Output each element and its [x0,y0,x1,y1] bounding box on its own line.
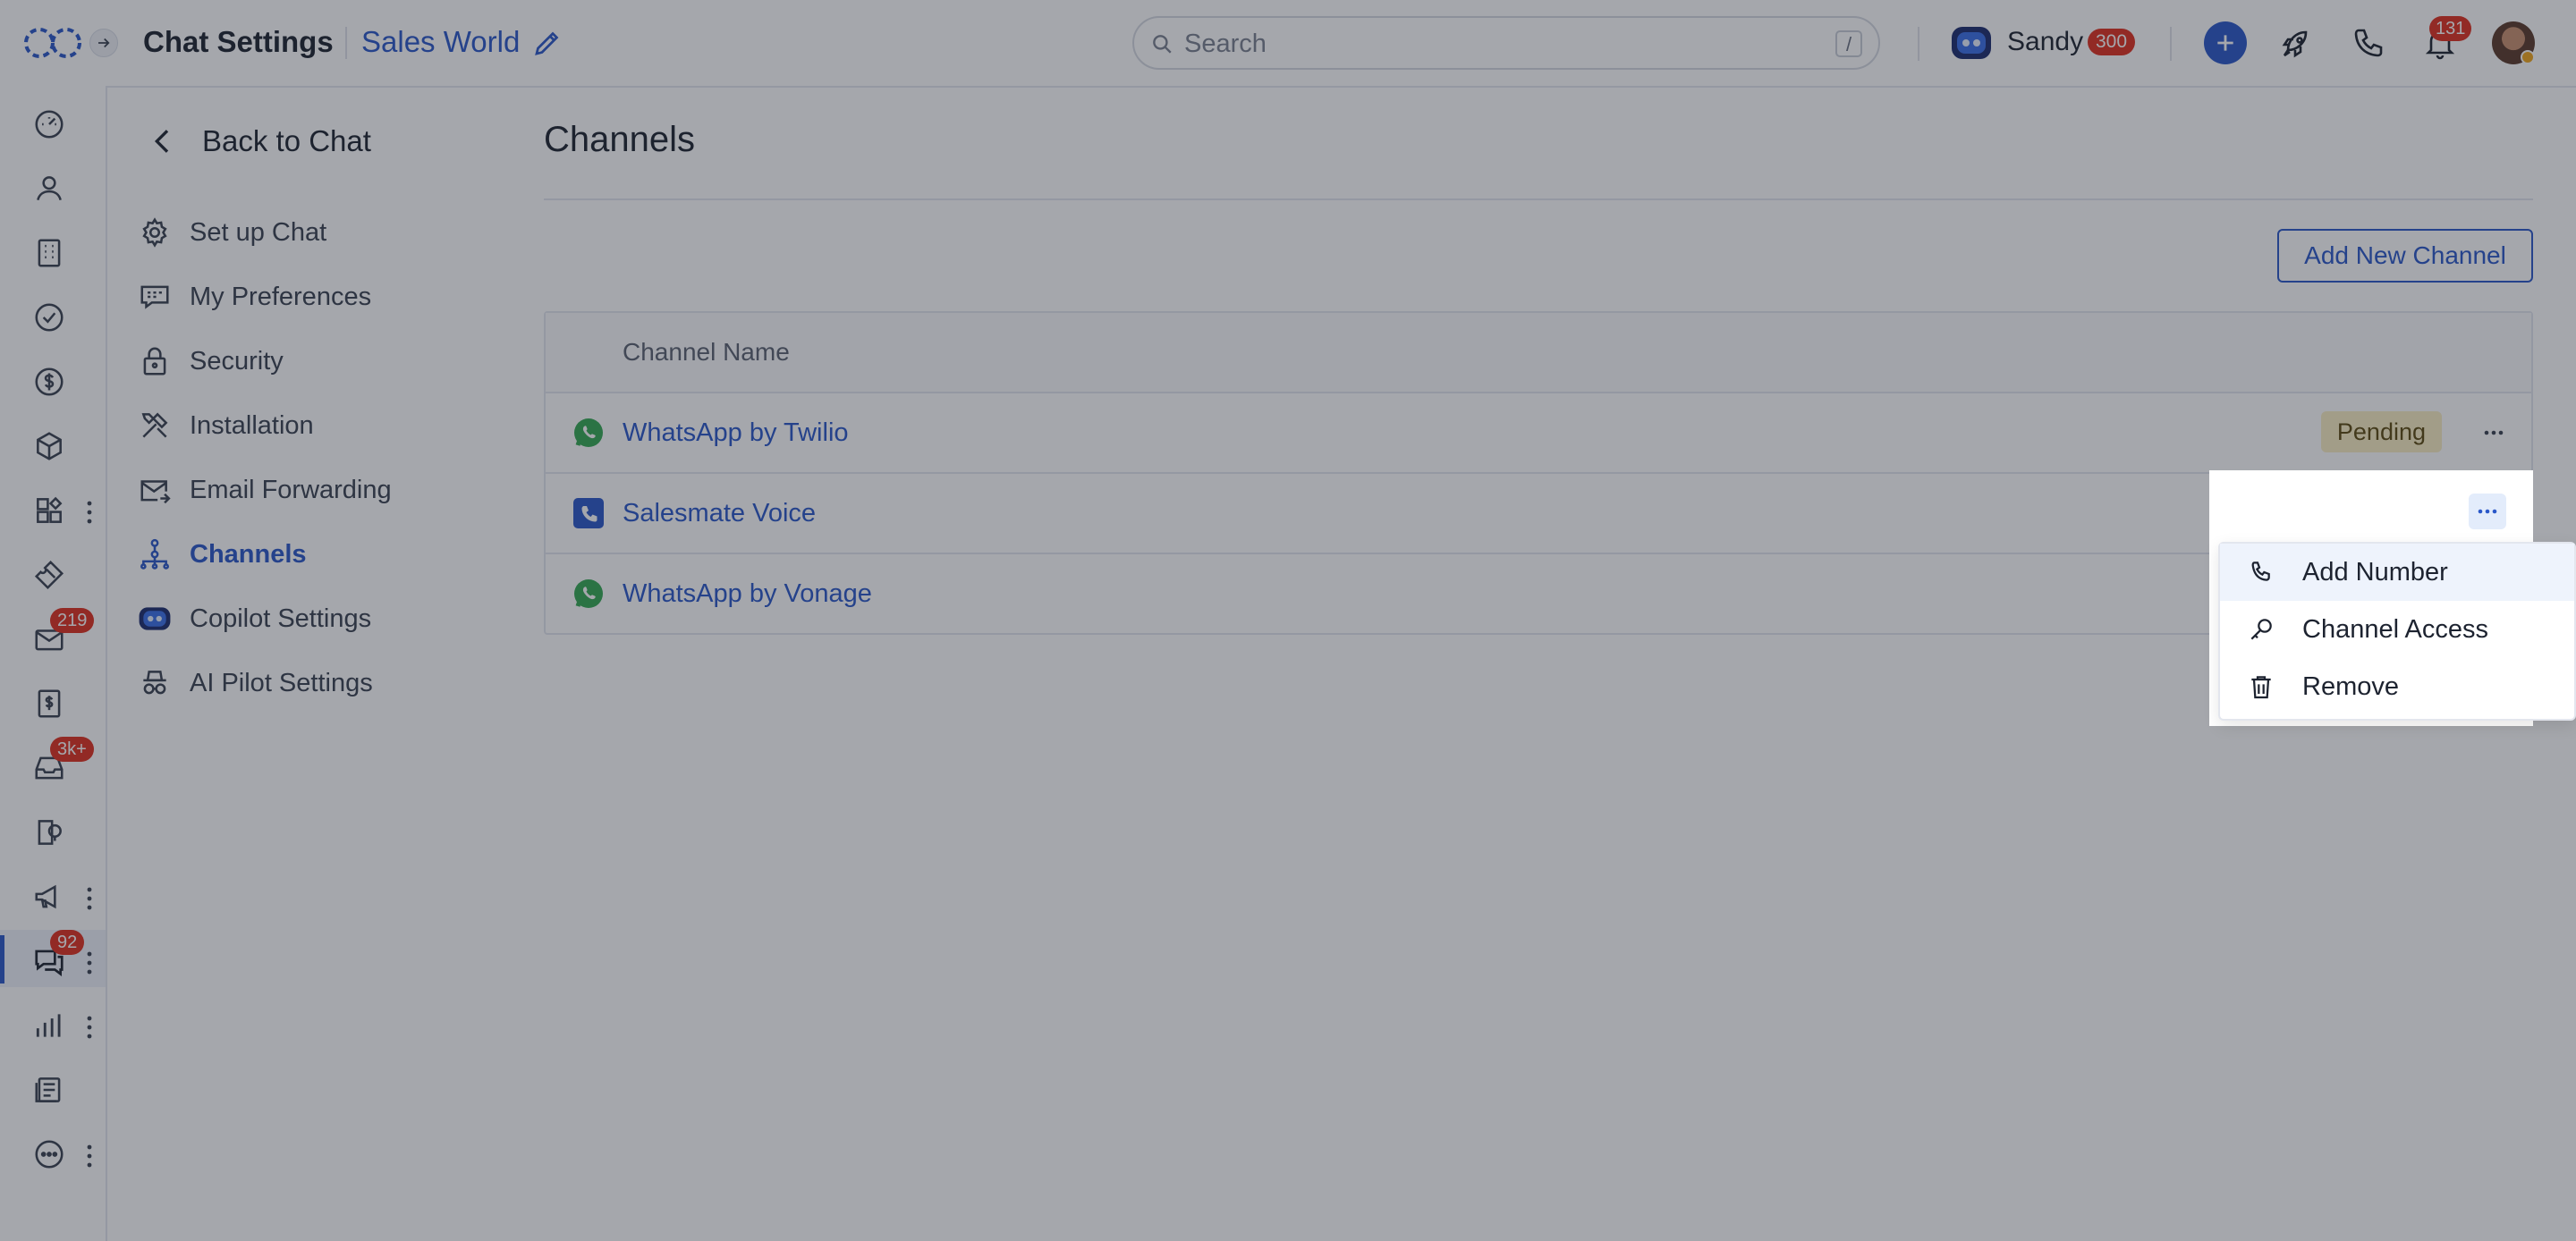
more-horizontal-icon [2478,509,2497,514]
row-actions-menu: Add Number Channel Access Remove [2218,542,2576,721]
menu-item-remove[interactable]: Remove [2220,658,2574,715]
phone-icon [2251,561,2270,581]
menu-label: Add Number [2302,557,2448,587]
dim-overlay[interactable] [0,0,2576,1241]
menu-item-channel-access[interactable]: Channel Access [2220,601,2574,658]
trash-icon [2251,676,2271,699]
menu-label: Channel Access [2302,614,2488,644]
key-icon [2250,619,2272,640]
row-more-button-active[interactable] [2469,494,2506,529]
menu-item-add-number[interactable]: Add Number [2220,544,2574,601]
menu-label: Remove [2302,671,2399,701]
